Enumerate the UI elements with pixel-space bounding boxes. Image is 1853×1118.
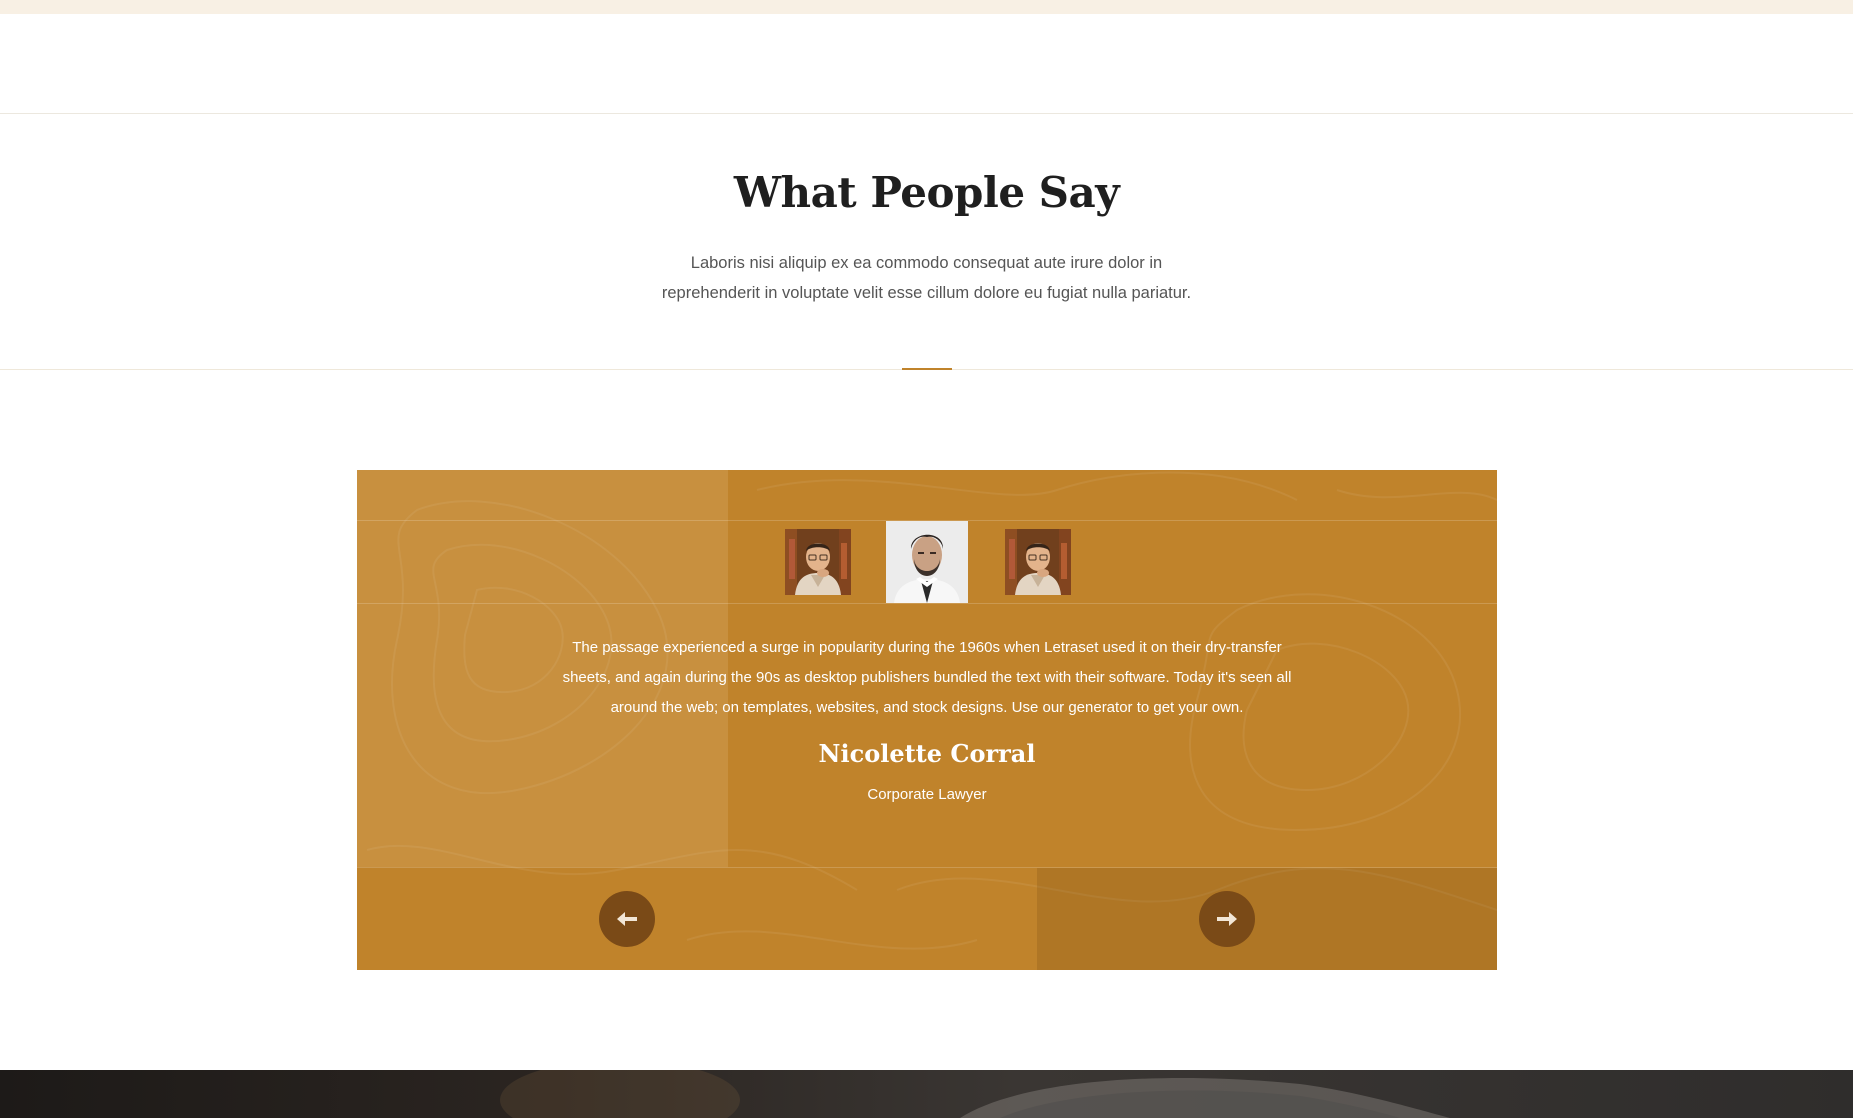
- next-button[interactable]: [1199, 891, 1255, 947]
- previous-button[interactable]: [599, 891, 655, 947]
- section-title: What People Say: [733, 168, 1120, 217]
- testimonial-author-role: Corporate Lawyer: [867, 786, 987, 803]
- section-subtitle: Laboris nisi aliquip ex ea commodo conse…: [0, 248, 1853, 308]
- background-photo-fragment: [500, 1070, 1450, 1118]
- avatar-thumbnail-1[interactable]: [785, 529, 851, 595]
- testimonial-slider: The passage experienced a surge in popul…: [357, 470, 1497, 970]
- divider-top: [0, 113, 1853, 114]
- testimonial-author-name: Nicolette Corral: [818, 739, 1036, 768]
- slider-divider-line: [357, 603, 1497, 604]
- quote-line: sheets, and again during the 90s as desk…: [562, 669, 1292, 686]
- slider-bottom-right-panel: [1037, 868, 1497, 970]
- section-subtitle-line: reprehenderit in voluptate velit esse ci…: [661, 284, 1192, 302]
- arrow-right-icon: [1217, 912, 1237, 926]
- man-with-glasses-portrait-icon: [785, 529, 851, 595]
- arrow-left-icon: [617, 912, 637, 926]
- section-subtitle-line: Laboris nisi aliquip ex ea commodo conse…: [690, 254, 1163, 272]
- testimonial-quote: The passage experienced a surge in popul…: [537, 633, 1317, 723]
- man-with-beard-portrait-icon: [886, 521, 968, 603]
- quote-line: The passage experienced a surge in popul…: [572, 639, 1282, 656]
- next-section-image-band: [0, 1070, 1853, 1118]
- avatar-thumbnail-2-active[interactable]: [886, 521, 968, 603]
- man-with-glasses-portrait-icon: [1005, 529, 1071, 595]
- title-accent-underline: [902, 368, 952, 370]
- top-header-strip: [0, 0, 1853, 14]
- avatar-thumbnail-3[interactable]: [1005, 529, 1071, 595]
- quote-line: around the web; on templates, websites, …: [610, 699, 1244, 716]
